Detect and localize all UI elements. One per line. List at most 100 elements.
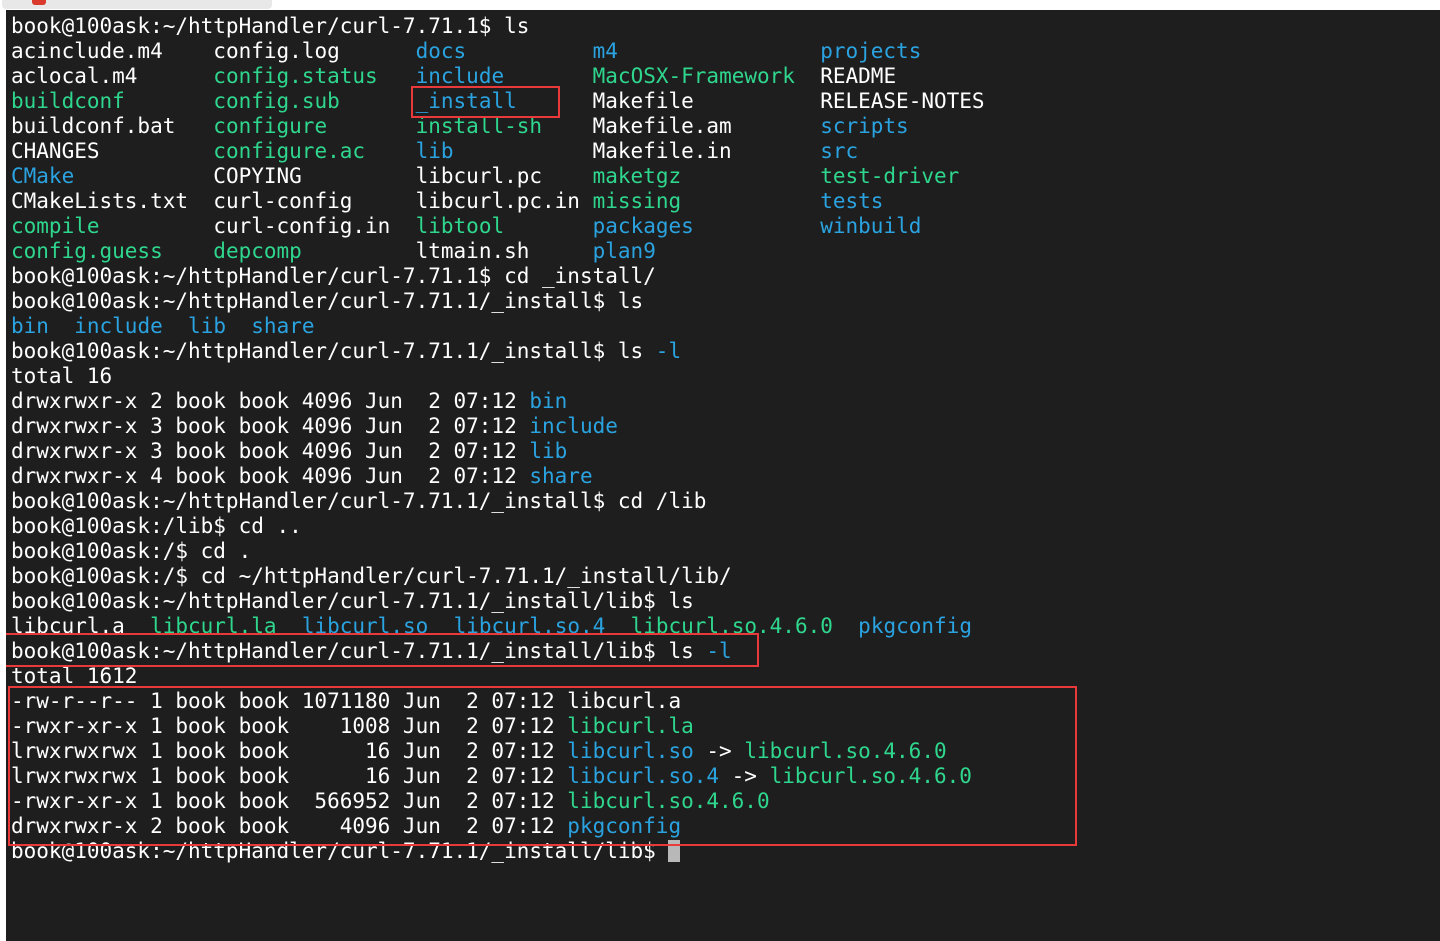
terminal-text: total 1612 bbox=[11, 664, 138, 688]
terminal-line: book@100ask:~/httpHandler/curl-7.71.1$ c… bbox=[11, 264, 985, 289]
terminal-text: libcurl.so.4 bbox=[453, 614, 606, 638]
terminal-text: libcurl.so.4 bbox=[567, 764, 720, 788]
terminal-text: book@100ask:~/httpHandler/curl-7.71.1/_i… bbox=[11, 589, 694, 613]
terminal-text: MacOSX-Framework bbox=[592, 64, 795, 88]
terminal-text: libcurl.a bbox=[11, 614, 125, 638]
terminal-text: libcurl.so bbox=[567, 739, 694, 763]
terminal-line: bin include lib share bbox=[11, 314, 985, 339]
terminal-text: drwxrwxr-x 3 book book 4096 Jun 2 07:12 bbox=[11, 414, 530, 438]
terminal-text: CMakeLists.txt bbox=[11, 189, 214, 213]
terminal-line: book@100ask:~/httpHandler/curl-7.71.1/_i… bbox=[11, 489, 985, 514]
terminal-text: book@100ask:~/httpHandler/curl-7.71.1/_i… bbox=[11, 489, 707, 513]
terminal-line: book@100ask:~/httpHandler/curl-7.71.1/_i… bbox=[11, 339, 985, 364]
terminal-text: book@100ask:/$ cd ~/httpHandler/curl-7.7… bbox=[11, 564, 732, 588]
terminal-line: drwxrwxr-x 2 book book 4096 Jun 2 07:12 … bbox=[11, 389, 985, 414]
terminal-text: drwxrwxr-x 3 book book 4096 Jun 2 07:12 bbox=[11, 439, 530, 463]
browser-tab[interactable] bbox=[2, 0, 272, 9]
terminal-text: projects bbox=[820, 39, 922, 63]
terminal-text: lrwxrwxrwx 1 book book 16 Jun 2 07:12 bbox=[11, 764, 568, 788]
terminal-text: plan9 bbox=[592, 239, 656, 263]
terminal-text: share bbox=[251, 314, 315, 338]
terminal-text: book@100ask:~/httpHandler/curl-7.71.1/_i… bbox=[11, 639, 707, 663]
terminal-text: drwxrwxr-x 2 book book 4096 Jun 2 07:12 bbox=[11, 389, 530, 413]
terminal-line: book@100ask:/$ cd . bbox=[11, 539, 985, 564]
terminal-text: config.sub bbox=[213, 89, 340, 113]
terminal-text: winbuild bbox=[820, 214, 922, 238]
terminal-line: book@100ask:/lib$ cd .. bbox=[11, 514, 985, 539]
terminal-text: buildconf bbox=[11, 89, 125, 113]
terminal-text: libcurl.pc.in bbox=[415, 189, 593, 213]
terminal-text: include bbox=[415, 64, 505, 88]
terminal-line: CHANGES configure.ac lib Makefile.in src bbox=[11, 139, 985, 164]
terminal-text: Makefile bbox=[592, 89, 821, 113]
terminal-text: libcurl.la bbox=[150, 614, 277, 638]
terminal-text: libcurl.la bbox=[567, 714, 694, 738]
terminal-line: book@100ask:/$ cd ~/httpHandler/curl-7.7… bbox=[11, 564, 985, 589]
terminal-line: buildconf.bat configure install-sh Makef… bbox=[11, 114, 985, 139]
terminal-text: CHANGES bbox=[11, 139, 214, 163]
terminal-text: curl-config.in bbox=[213, 214, 416, 238]
terminal-line: config.guess depcomp ltmain.sh plan9 bbox=[11, 239, 985, 264]
terminal-text: libcurl.so.4.6.0 bbox=[567, 789, 770, 813]
terminal-text: depcomp bbox=[213, 239, 302, 263]
terminal-text: pkgconfig bbox=[858, 614, 972, 638]
terminal-text: libcurl.so bbox=[301, 614, 429, 638]
terminal-text: -l bbox=[655, 339, 682, 363]
terminal-text: libcurl.so.4.6.0 bbox=[630, 614, 833, 638]
terminal-text: -rwxr-xr-x 1 book book 566952 Jun 2 07:1… bbox=[11, 789, 568, 813]
terminal-text: book@100ask:~/httpHandler/curl-7.71.1/_i… bbox=[11, 839, 669, 863]
terminal-text: RELEASE-NOTES bbox=[820, 89, 985, 113]
terminal-line: book@100ask:~/httpHandler/curl-7.71.1$ l… bbox=[11, 14, 985, 39]
terminal-text: book@100ask:~/httpHandler/curl-7.71.1$ c… bbox=[11, 264, 656, 288]
terminal-text: lib bbox=[529, 439, 568, 463]
terminal-text: book@100ask:/lib$ cd .. bbox=[11, 514, 302, 538]
terminal-line: CMake COPYING libcurl.pc maketgz test-dr… bbox=[11, 164, 985, 189]
terminal-text: book@100ask:/$ cd . bbox=[11, 539, 252, 563]
terminal-text: README bbox=[820, 64, 897, 88]
terminal-text: CMake bbox=[11, 164, 75, 188]
terminal-text: missing bbox=[592, 189, 682, 213]
terminal-text: Makefile.am bbox=[592, 114, 821, 138]
terminal-text: include bbox=[529, 414, 618, 438]
terminal-line: drwxrwxr-x 2 book book 4096 Jun 2 07:12 … bbox=[11, 814, 985, 839]
terminal-text: lib bbox=[415, 139, 454, 163]
terminal-line: book@100ask:~/httpHandler/curl-7.71.1/_i… bbox=[11, 289, 985, 314]
terminal-text: acinclude.m4 bbox=[11, 39, 214, 63]
terminal-line: libcurl.a libcurl.la libcurl.so libcurl.… bbox=[11, 614, 985, 639]
terminal-window[interactable]: book@100ask:~/httpHandler/curl-7.71.1$ l… bbox=[6, 10, 1440, 941]
terminal-text: docs bbox=[415, 39, 467, 63]
terminal-line: book@100ask:~/httpHandler/curl-7.71.1/_i… bbox=[11, 839, 985, 864]
terminal-output: book@100ask:~/httpHandler/curl-7.71.1$ l… bbox=[11, 14, 985, 864]
terminal-text: COPYING bbox=[213, 164, 416, 188]
terminal-line: drwxrwxr-x 3 book book 4096 Jun 2 07:12 … bbox=[11, 414, 985, 439]
terminal-text: libcurl.pc bbox=[415, 164, 593, 188]
terminal-line: compile curl-config.in libtool packages … bbox=[11, 214, 985, 239]
terminal-text: -> bbox=[719, 764, 770, 788]
terminal-text: configure bbox=[213, 114, 328, 138]
app-icon bbox=[32, 0, 46, 5]
terminal-line: drwxrwxr-x 4 book book 4096 Jun 2 07:12 … bbox=[11, 464, 985, 489]
terminal-line: -rwxr-xr-x 1 book book 566952 Jun 2 07:1… bbox=[11, 789, 985, 814]
terminal-text: bin bbox=[529, 389, 568, 413]
terminal-text: scripts bbox=[820, 114, 909, 138]
